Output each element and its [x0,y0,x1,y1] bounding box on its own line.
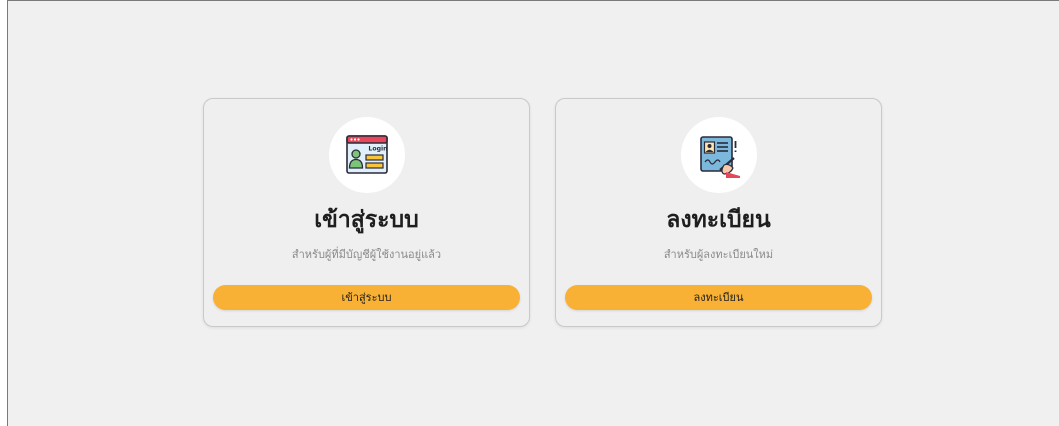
login-card-subtitle: สำหรับผู้ที่มีบัญชีผู้ใช้งานอยู่แล้ว [291,248,442,261]
register-card-subtitle: สำหรับผู้ลงทะเบียนใหม่ [663,248,774,261]
register-icon-circle [680,117,757,193]
register-card-title: ลงทะเบียน [666,207,771,233]
register-card: ลงทะเบียน สำหรับผู้ลงทะเบียนใหม่ ลงทะเบี… [555,98,882,327]
login-card-title: เข้าสู่ระบบ [314,207,419,233]
login-card: Login เข้าสู่ระบบ สำหรับผู้ที่มีบัญชีผู้… [203,98,530,327]
page-frame: Login เข้าสู่ระบบ สำหรับผู้ที่มีบัญชีผู้… [7,0,1059,426]
login-button[interactable]: เข้าสู่ระบบ [213,285,520,310]
login-window-icon: Login [345,135,388,174]
signing-document-icon [699,136,740,178]
register-button[interactable]: ลงทะเบียน [565,285,872,310]
login-icon-text: Login [368,146,387,153]
login-icon-circle: Login [328,117,405,193]
